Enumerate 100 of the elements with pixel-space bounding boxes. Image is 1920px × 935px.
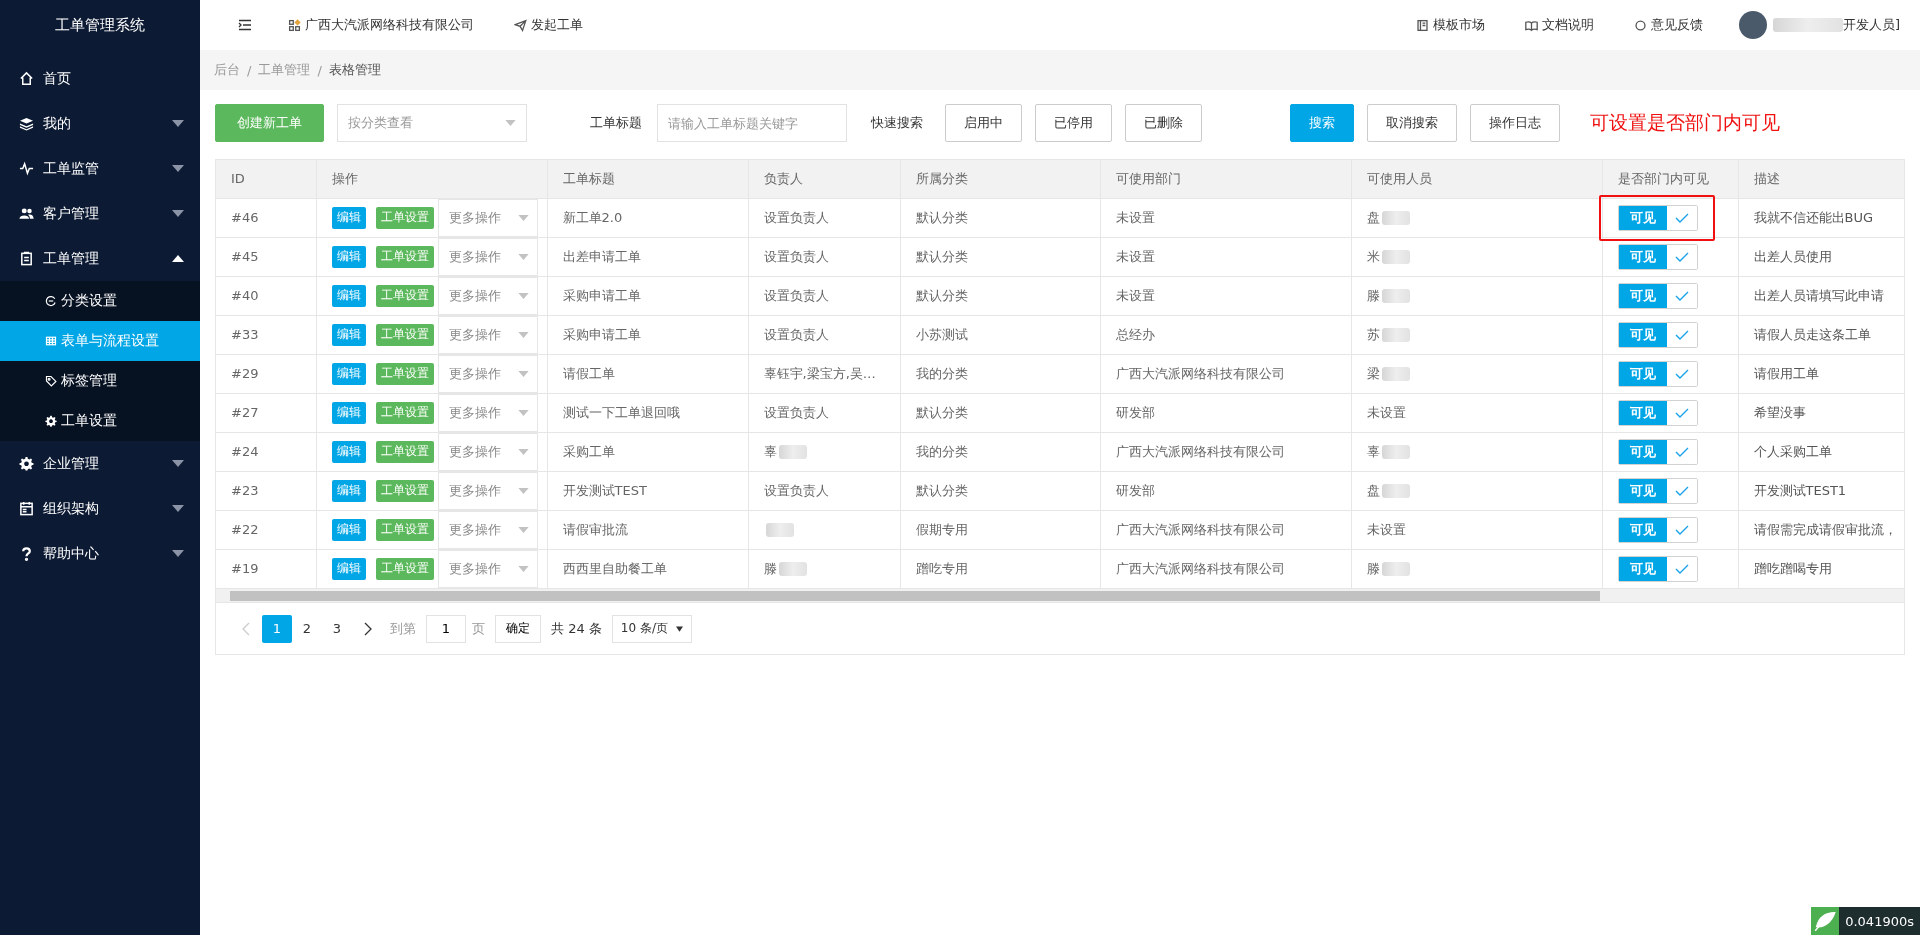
field-label: 快速搜索: [871, 114, 923, 132]
sidebar-item[interactable]: 组织架构: [0, 486, 200, 531]
title-input[interactable]: 请输入工单标题关键字: [657, 104, 847, 142]
more-actions-select[interactable]: 更多操作: [437, 276, 538, 315]
table-cell: #46: [216, 198, 316, 237]
edit-button[interactable]: 编辑: [331, 245, 366, 268]
table-cell: 开发测试TEST1: [1738, 471, 1904, 510]
visibility-toggle[interactable]: 可见: [1617, 477, 1698, 504]
sidebar-item[interactable]: 首页: [0, 56, 200, 101]
more-actions-select[interactable]: 更多操作: [437, 510, 538, 549]
layers-icon: [19, 116, 34, 131]
caret-down-icon: [517, 448, 529, 455]
more-actions-select[interactable]: 更多操作: [437, 393, 538, 432]
edit-button[interactable]: 编辑: [331, 323, 366, 346]
table-cell: 未设置: [1100, 237, 1351, 276]
visibility-toggle[interactable]: 可见: [1617, 438, 1698, 465]
settings-button[interactable]: 工单设置: [375, 518, 434, 541]
sidebar-item[interactable]: 帮助中心: [0, 531, 200, 576]
settings-button[interactable]: 工单设置: [375, 206, 434, 229]
header-link[interactable]: 广西大汽派网络科技有限公司: [288, 16, 474, 34]
category-select[interactable]: 按分类查看: [337, 104, 527, 142]
confirm-button[interactable]: 确定: [495, 614, 541, 643]
table-cell: 研发部: [1100, 393, 1351, 432]
sidebar-item[interactable]: 企业管理: [0, 441, 200, 486]
page-link[interactable]: 2: [292, 614, 322, 643]
edit-button[interactable]: 编辑: [331, 440, 366, 463]
header-link[interactable]: 发起工单: [514, 16, 583, 34]
more-actions-select[interactable]: 更多操作: [437, 198, 538, 237]
settings-button[interactable]: 工单设置: [375, 284, 434, 307]
visibility-toggle[interactable]: 可见: [1617, 516, 1698, 543]
more-actions-select[interactable]: 更多操作: [437, 315, 538, 354]
visibility-toggle[interactable]: 可见: [1617, 555, 1698, 582]
settings-button[interactable]: 工单设置: [375, 557, 434, 580]
header-link[interactable]: 意见反馈: [1633, 16, 1703, 34]
table-cell: 未设置: [1100, 276, 1351, 315]
table-cell: 请假人员走这条工单: [1738, 315, 1904, 354]
cancel-search-button[interactable]: 取消搜索: [1367, 104, 1457, 142]
person-name: 辜钰宇,梁宝方,吴…: [763, 365, 876, 381]
settings-button[interactable]: 工单设置: [375, 440, 434, 463]
header-link[interactable]: 文档说明: [1524, 16, 1594, 34]
settings-button[interactable]: 工单设置: [375, 245, 434, 268]
more-actions-select[interactable]: 更多操作: [437, 471, 538, 510]
table-cell: 我就不信还能出BUG: [1738, 198, 1904, 237]
more-actions-select[interactable]: 更多操作: [437, 354, 538, 393]
breadcrumb-link[interactable]: 工单管理: [258, 61, 311, 79]
caret-down-icon: [517, 370, 529, 377]
table-cell: 请假需完成请假审批流，: [1738, 510, 1904, 549]
more-actions-select[interactable]: 更多操作: [437, 237, 538, 276]
page-link[interactable]: 1: [262, 614, 292, 643]
more-actions-select[interactable]: 更多操作: [437, 432, 538, 471]
visibility-toggle[interactable]: 可见: [1617, 243, 1698, 270]
next-page-icon[interactable]: [364, 621, 372, 636]
page-link[interactable]: 3: [322, 614, 352, 643]
filter-button[interactable]: 已停用: [1035, 104, 1112, 142]
horizontal-scrollbar[interactable]: [216, 588, 1904, 602]
visibility-toggle[interactable]: 可见: [1617, 204, 1698, 231]
page-input[interactable]: 1: [426, 614, 466, 643]
settings-button[interactable]: 工单设置: [375, 362, 434, 385]
edit-button[interactable]: 编辑: [331, 401, 366, 424]
menu-icon[interactable]: [238, 19, 252, 31]
sidebar-item[interactable]: 工单监管: [0, 146, 200, 191]
sidebar-item[interactable]: 我的: [0, 101, 200, 146]
pulse-icon: [19, 161, 34, 176]
settings-button[interactable]: 工单设置: [375, 479, 434, 502]
log-button[interactable]: 操作日志: [1470, 104, 1560, 142]
settings-button[interactable]: 工单设置: [375, 401, 434, 424]
edit-button[interactable]: 编辑: [331, 479, 366, 502]
settings-button[interactable]: 工单设置: [375, 323, 434, 346]
visibility-toggle[interactable]: 可见: [1617, 360, 1698, 387]
visibility-toggle[interactable]: 可见: [1617, 399, 1698, 426]
search-button[interactable]: 搜索: [1290, 104, 1354, 142]
table-cell: 假期专用: [900, 510, 1100, 549]
breadcrumb-link[interactable]: 表格管理: [328, 61, 381, 79]
person-name: 设置负责人: [763, 209, 829, 225]
breadcrumb-link[interactable]: 后台: [214, 61, 240, 79]
submenu-item[interactable]: 工单设置: [0, 401, 200, 441]
create-button[interactable]: 创建新工单: [215, 104, 324, 142]
sidebar-item[interactable]: 客户管理: [0, 191, 200, 236]
submenu-item[interactable]: 表单与流程设置: [0, 321, 200, 361]
header-link[interactable]: 模板市场: [1415, 16, 1485, 34]
edit-button[interactable]: 编辑: [331, 284, 366, 307]
breadcrumb-separator: /: [247, 62, 252, 78]
user-menu[interactable]: 开发人员]: [1738, 11, 1900, 39]
circle-icon: [1633, 18, 1647, 32]
edit-button[interactable]: 编辑: [331, 206, 366, 229]
edit-button[interactable]: 编辑: [331, 557, 366, 580]
person-name: 盘: [1366, 209, 1380, 225]
more-actions-select[interactable]: 更多操作: [437, 549, 538, 588]
visibility-toggle[interactable]: 可见: [1617, 282, 1698, 309]
filter-button[interactable]: 已删除: [1125, 104, 1202, 142]
visibility-toggle[interactable]: 可见: [1617, 321, 1698, 348]
edit-button[interactable]: 编辑: [331, 362, 366, 385]
submenu-item[interactable]: 分类设置: [0, 281, 200, 321]
page-size-select[interactable]: 10 条/页: [611, 614, 692, 643]
table-cell: 新工单2.0: [547, 198, 748, 237]
sidebar-item[interactable]: 工单管理: [0, 236, 200, 281]
caret-down-icon: [517, 331, 529, 338]
edit-button[interactable]: 编辑: [331, 518, 366, 541]
submenu-item[interactable]: 标签管理: [0, 361, 200, 401]
filter-button[interactable]: 启用中: [945, 104, 1022, 142]
